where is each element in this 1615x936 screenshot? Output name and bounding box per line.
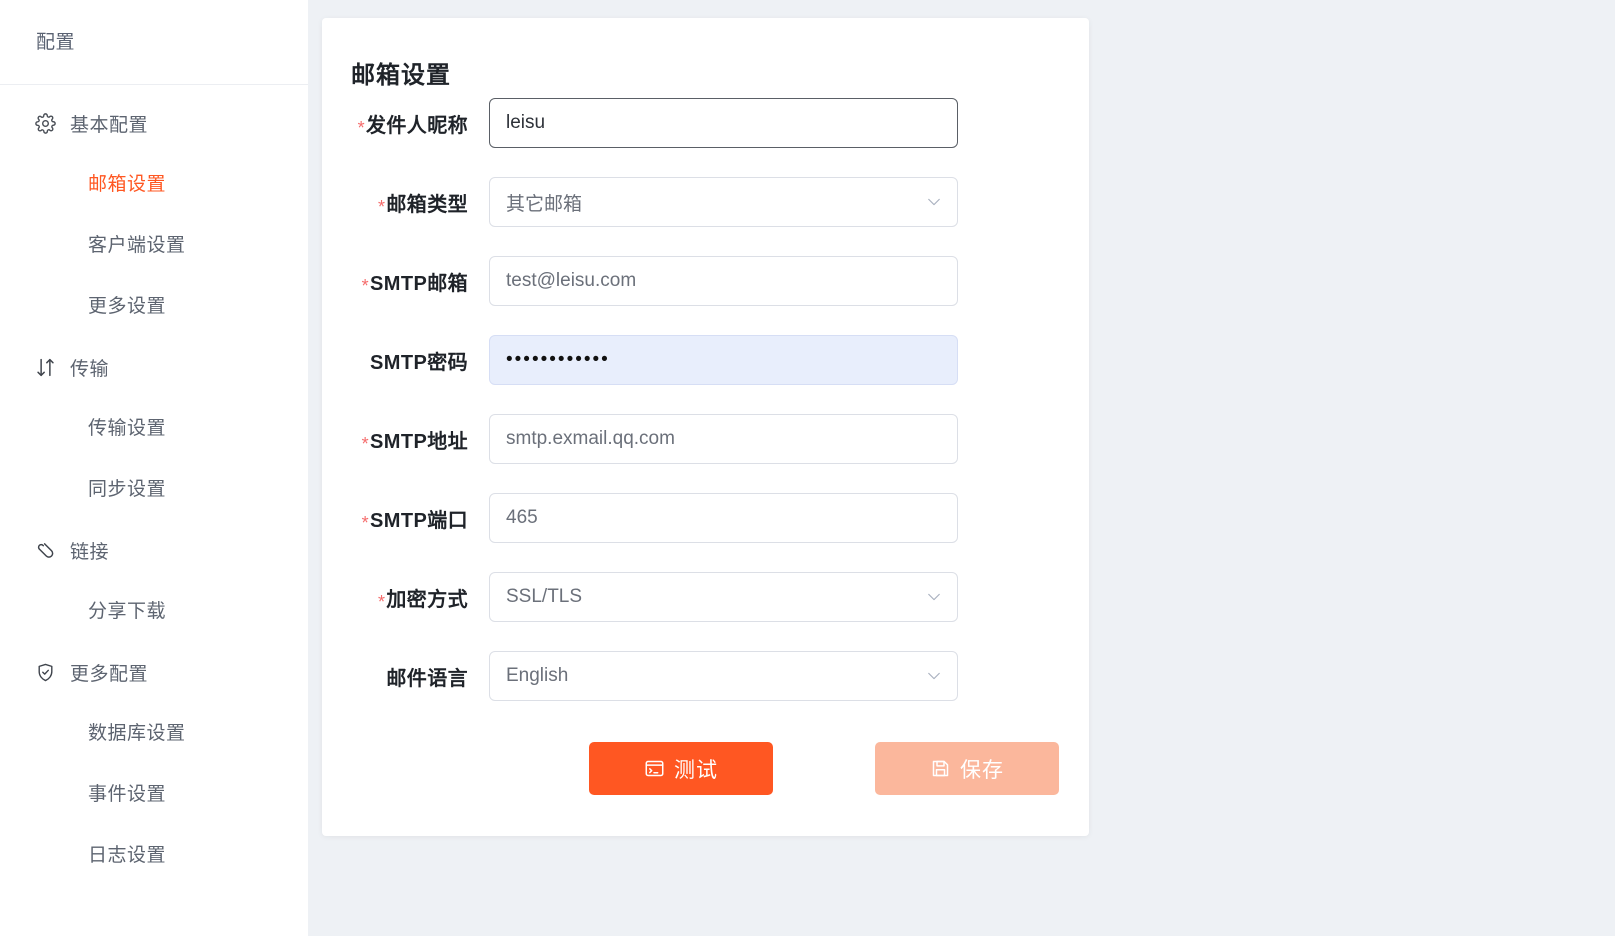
sidebar-group-basic[interactable]: 基本配置 [0, 93, 308, 154]
required-marker: * [357, 118, 365, 138]
smtp-password-input[interactable] [489, 335, 958, 385]
sidebar-item-more-settings[interactable]: 更多设置 [0, 276, 308, 337]
required-marker: * [361, 276, 370, 296]
sidebar-group-label: 基本配置 [70, 115, 149, 136]
form-row-encryption: *加密方式 [322, 572, 1089, 651]
field-smtp-mailbox [489, 256, 958, 306]
sidebar-item-client-settings[interactable]: 客户端设置 [0, 215, 308, 276]
transfer-arrows-icon [34, 357, 56, 379]
sidebar: 配置 基本配置 邮箱设置 客户端设置 更多设置 传输 传输设置 同步设置 链接 … [0, 0, 308, 936]
console-icon [644, 758, 665, 779]
main-content: 邮箱设置 *发件人昵称 *邮箱类型 [308, 0, 1615, 936]
save-button-label: 保存 [960, 758, 1004, 782]
form-row-smtp-mailbox: *SMTP邮箱 [322, 256, 1089, 335]
form-row-smtp-password: SMTP密码 [322, 335, 1089, 414]
sidebar-item-mailbox-settings[interactable]: 邮箱设置 [0, 154, 308, 215]
app-root: 配置 基本配置 邮箱设置 客户端设置 更多设置 传输 传输设置 同步设置 链接 … [0, 0, 1615, 936]
sidebar-item-database-settings[interactable]: 数据库设置 [0, 703, 308, 764]
sidebar-group-label: 传输 [70, 359, 110, 380]
label-smtp-password: SMTP密码 [370, 352, 468, 374]
sidebar-item-share-download[interactable]: 分享下载 [0, 581, 308, 642]
required-marker: * [377, 197, 386, 217]
content-scroll-area: 邮箱设置 *发件人昵称 *邮箱类型 [322, 18, 1615, 936]
sidebar-group-transfer[interactable]: 传输 [0, 337, 308, 398]
page-title: 邮箱设置 [351, 62, 451, 90]
form-row-smtp-host: *SMTP地址 [322, 414, 1089, 493]
sidebar-group-advanced[interactable]: 更多配置 [0, 642, 308, 703]
form-row-mailbox-type: *邮箱类型 [322, 177, 1089, 256]
label-smtp-port: *SMTP端口 [361, 510, 468, 533]
sender-nickname-input[interactable] [489, 98, 958, 148]
smtp-mailbox-input[interactable] [489, 256, 958, 306]
smtp-host-input[interactable] [489, 414, 958, 464]
label-mail-language: 邮件语言 [386, 668, 468, 690]
form-row-smtp-port: *SMTP端口 [322, 493, 1089, 572]
label-smtp-host: *SMTP地址 [361, 431, 468, 454]
save-button[interactable]: 保存 [875, 742, 1059, 795]
mailbox-settings-card: 邮箱设置 *发件人昵称 *邮箱类型 [322, 18, 1089, 836]
gear-icon [34, 113, 56, 135]
smtp-port-input[interactable] [489, 493, 958, 543]
link-icon [34, 540, 56, 562]
mailbox-type-value[interactable] [489, 177, 958, 227]
sidebar-nav: 基本配置 邮箱设置 客户端设置 更多设置 传输 传输设置 同步设置 链接 分享下… [0, 85, 308, 886]
label-smtp-mailbox: *SMTP邮箱 [361, 273, 468, 296]
sidebar-group-label: 链接 [70, 542, 110, 563]
mail-language-select[interactable] [489, 651, 958, 701]
field-mail-language [489, 651, 958, 701]
form-row-sender-nickname: *发件人昵称 [322, 98, 1089, 177]
label-sender-nickname: *发件人昵称 [357, 115, 468, 138]
shield-check-icon [34, 662, 56, 684]
sidebar-item-log-settings[interactable]: 日志设置 [0, 825, 308, 886]
field-mailbox-type [489, 177, 958, 227]
mailbox-type-select[interactable] [489, 177, 958, 227]
sidebar-item-sync-settings[interactable]: 同步设置 [0, 459, 308, 520]
required-marker: * [377, 592, 386, 612]
field-smtp-password [489, 335, 958, 385]
mailbox-settings-form: *发件人昵称 *邮箱类型 [322, 98, 1089, 795]
label-encryption: *加密方式 [377, 589, 468, 612]
test-button-label: 测试 [674, 758, 718, 782]
sidebar-group-link[interactable]: 链接 [0, 520, 308, 581]
test-button[interactable]: 测试 [589, 742, 773, 795]
mail-language-value[interactable] [489, 651, 958, 701]
sidebar-group-label: 更多配置 [70, 664, 149, 685]
save-icon [930, 758, 951, 779]
field-smtp-host [489, 414, 958, 464]
field-smtp-port [489, 493, 958, 543]
field-sender-nickname [489, 98, 958, 148]
encryption-select[interactable] [489, 572, 958, 622]
sidebar-title: 配置 [0, 0, 308, 85]
form-actions: 测试 保存 [322, 742, 1089, 795]
form-row-mail-language: 邮件语言 [322, 651, 1089, 730]
sidebar-item-transfer-settings[interactable]: 传输设置 [0, 398, 308, 459]
required-marker: * [361, 513, 370, 533]
label-mailbox-type: *邮箱类型 [377, 194, 468, 217]
field-encryption [489, 572, 958, 622]
required-marker: * [361, 434, 370, 454]
sidebar-item-event-settings[interactable]: 事件设置 [0, 764, 308, 825]
encryption-value[interactable] [489, 572, 958, 622]
